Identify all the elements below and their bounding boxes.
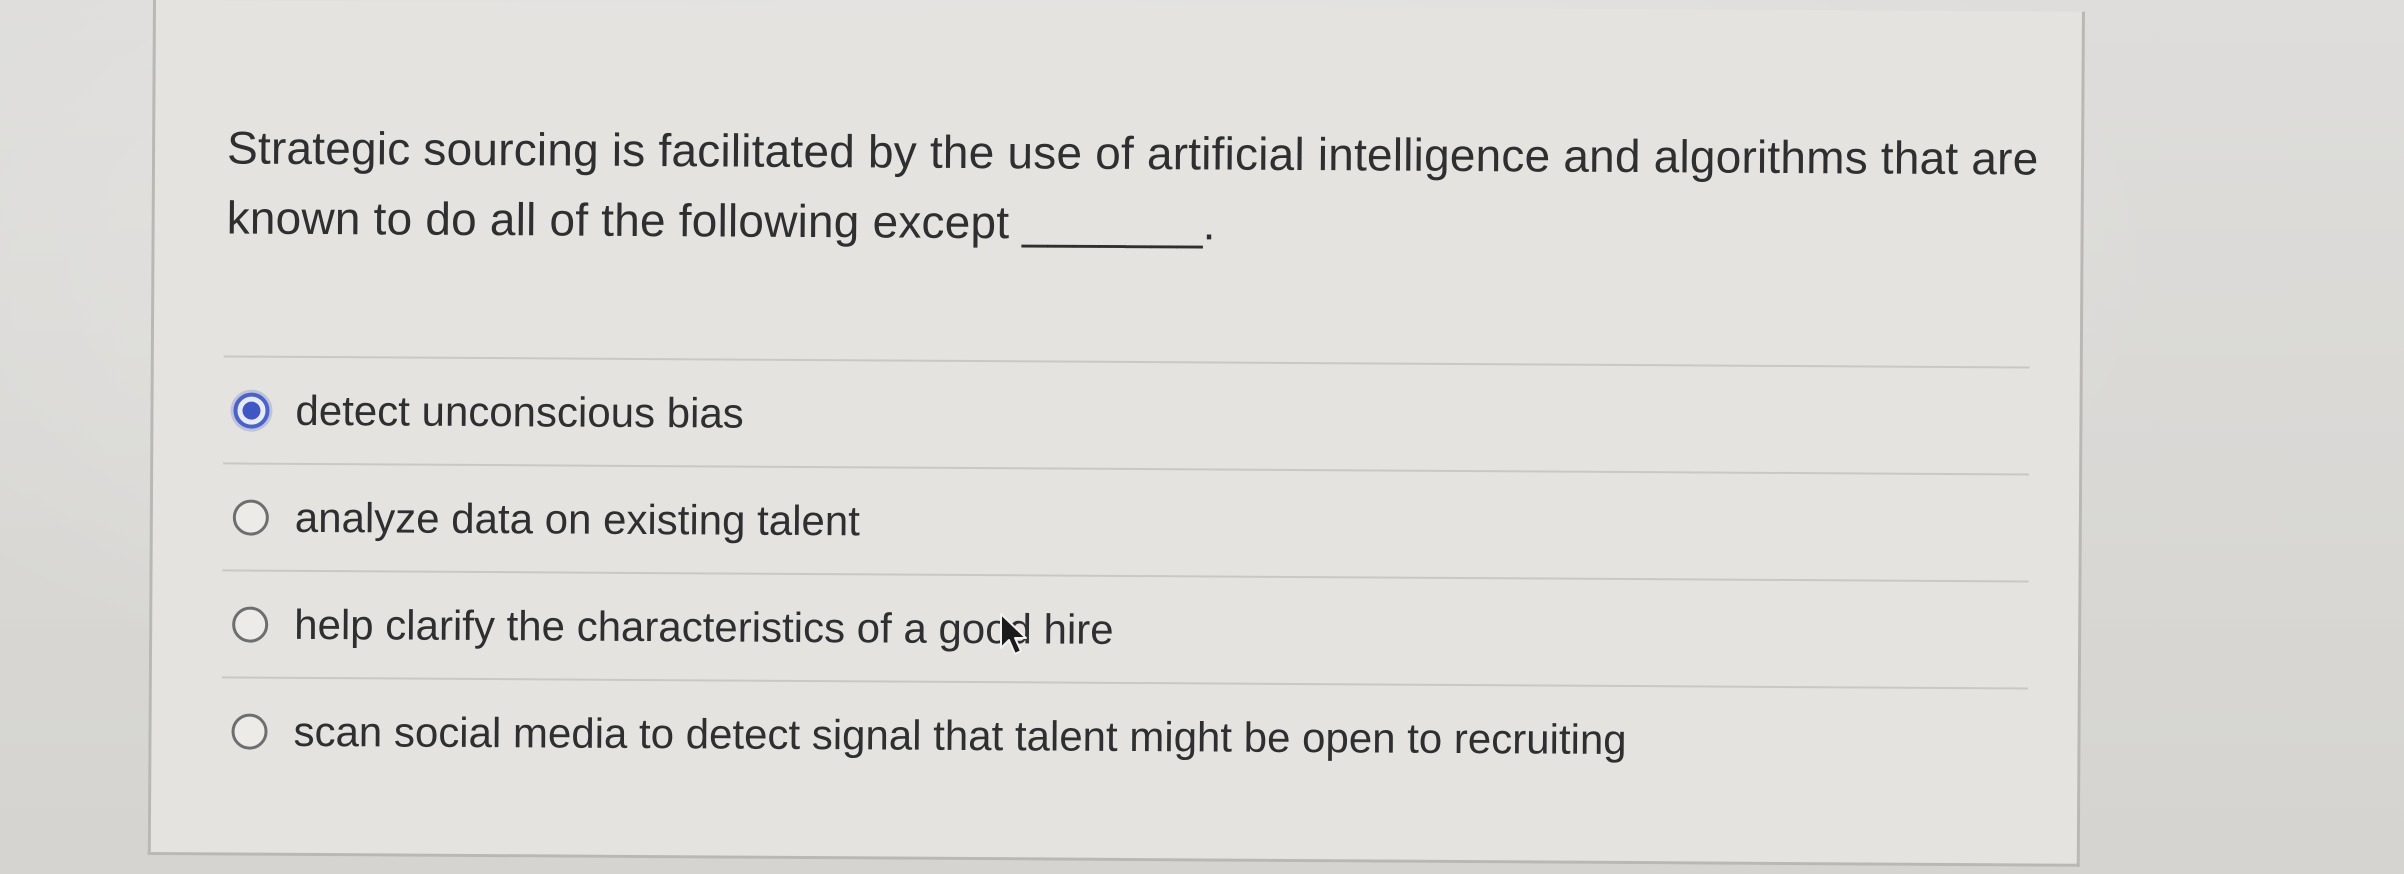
- question-text: Strategic sourcing is facilitated by the…: [226, 121, 2039, 250]
- option-scan-social-media[interactable]: scan social media to detect signal that …: [221, 678, 2028, 794]
- radio-unselected-icon[interactable]: [231, 712, 268, 750]
- radio-selected-icon[interactable]: [233, 391, 270, 429]
- mouse-pointer-icon: [1000, 613, 1027, 655]
- option-label: detect unconscious bias: [295, 386, 744, 437]
- option-label: analyze data on existing talent: [294, 493, 861, 544]
- radio-unselected-icon[interactable]: [232, 605, 269, 643]
- option-analyze-data[interactable]: analyze data on existing talent: [223, 464, 2030, 580]
- option-label: help clarify the characteristics of a go…: [294, 600, 1114, 653]
- answer-options: detect unconscious bias analyze data on …: [221, 355, 2030, 794]
- option-label: scan social media to detect signal that …: [293, 707, 1627, 763]
- option-clarify-characteristics[interactable]: help clarify the characteristics of a go…: [222, 571, 2029, 687]
- question-card: Strategic sourcing is facilitated by the…: [147, 0, 2085, 867]
- radio-unselected-icon[interactable]: [232, 498, 269, 536]
- option-detect-unconscious-bias[interactable]: detect unconscious bias: [223, 357, 2030, 473]
